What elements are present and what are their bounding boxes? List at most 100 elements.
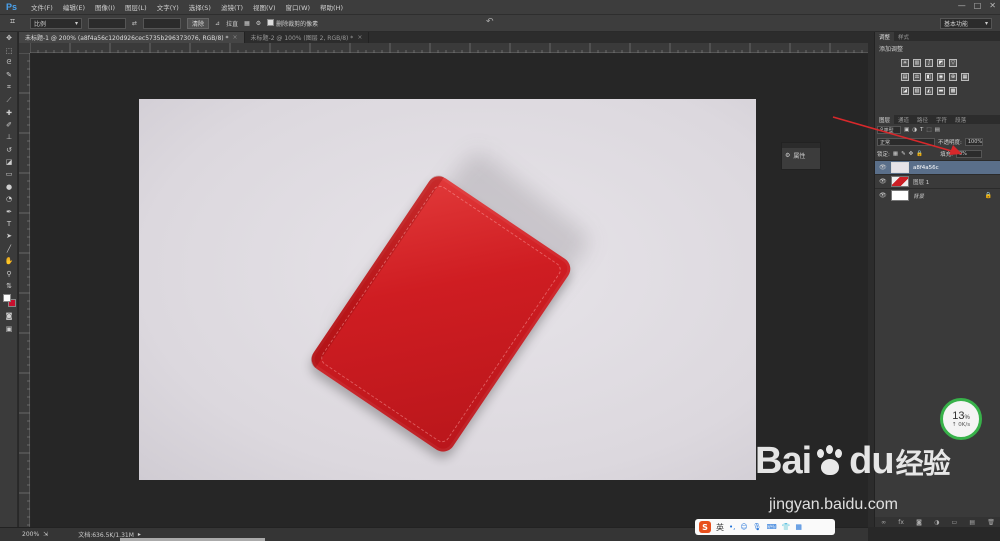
eye-icon[interactable]: 👁 bbox=[879, 192, 887, 199]
invert-icon[interactable]: ◪ bbox=[901, 87, 909, 95]
zoom-tool-icon[interactable]: ⚲ bbox=[0, 267, 18, 279]
layer-row-layer-1[interactable]: 👁 图层 1 bbox=[875, 174, 1000, 188]
tab-styles[interactable]: 样式 bbox=[894, 32, 913, 41]
color-lookup-icon[interactable]: ▦ bbox=[961, 73, 969, 81]
hand-tool-icon[interactable]: ✋ bbox=[0, 255, 18, 267]
layer-name[interactable]: 图层 1 bbox=[913, 178, 929, 186]
maximize-button[interactable]: □ bbox=[974, 1, 982, 10]
tab-close-icon[interactable]: × bbox=[357, 34, 362, 41]
clone-stamp-tool-icon[interactable]: ⊥ bbox=[0, 131, 18, 143]
layer-name[interactable]: a8f4a56c bbox=[913, 165, 939, 171]
lasso-tool-icon[interactable]: ᘓ bbox=[0, 57, 18, 69]
vertical-ruler[interactable] bbox=[19, 52, 30, 527]
tab-paths[interactable]: 路径 bbox=[913, 115, 932, 124]
shape-tool-icon[interactable]: ╱ bbox=[0, 243, 18, 255]
swap-colors-icon[interactable]: ⇅ bbox=[0, 280, 18, 292]
layer-row-smart-object[interactable]: 👁 a8f4a56c bbox=[875, 160, 1000, 174]
menu-filter[interactable]: 滤镜(T) bbox=[216, 2, 248, 12]
tab-adjustments[interactable]: 调整 bbox=[875, 32, 895, 41]
zoom-level[interactable]: 200% bbox=[0, 531, 43, 538]
fill-input[interactable]: 0% bbox=[956, 150, 982, 158]
workspace-select[interactable]: 基本功能 ▾ bbox=[940, 18, 992, 29]
selective-color-icon[interactable]: ▩ bbox=[949, 87, 957, 95]
brightness-icon[interactable]: ☀ bbox=[901, 59, 909, 67]
filter-smart-icon[interactable]: ▤ bbox=[935, 127, 940, 133]
menu-image[interactable]: 图像(I) bbox=[90, 2, 120, 12]
menu-window[interactable]: 窗口(W) bbox=[281, 2, 316, 12]
status-menu-arrow-icon[interactable]: ▸ bbox=[138, 531, 141, 538]
hue-saturation-icon[interactable]: ▤ bbox=[901, 73, 909, 81]
ratio-select[interactable]: 比例 ▾ bbox=[30, 17, 82, 29]
sogou-logo-icon[interactable]: S bbox=[699, 521, 711, 533]
menu-select[interactable]: 选择(S) bbox=[184, 2, 216, 12]
swap-icon[interactable]: ⇄ bbox=[132, 20, 137, 27]
gradient-map-icon[interactable]: ▬ bbox=[937, 87, 945, 95]
brush-tool-icon[interactable]: ✐ bbox=[0, 119, 18, 131]
lock-transparent-icon[interactable]: ▦ bbox=[893, 151, 898, 157]
channel-mixer-icon[interactable]: ⊕ bbox=[949, 73, 957, 81]
tab-document-1[interactable]: 未标题-1 @ 200% (a8f4a56c120d926cec5735b296… bbox=[19, 32, 245, 43]
lock-all-icon[interactable]: 🔒 bbox=[916, 151, 923, 157]
height-input[interactable] bbox=[143, 17, 182, 29]
photo-filter-icon[interactable]: ◉ bbox=[937, 73, 945, 81]
blur-tool-icon[interactable]: ● bbox=[0, 181, 18, 193]
crop-tool-icon[interactable]: ⌗ bbox=[0, 82, 18, 94]
clear-button[interactable]: 清除 bbox=[187, 17, 210, 29]
minimize-button[interactable]: — bbox=[958, 1, 966, 10]
posterize-icon[interactable]: ▧ bbox=[913, 87, 921, 95]
overlay-grid-icon[interactable]: ▦ bbox=[244, 20, 250, 27]
layer-filter-select[interactable]: ⚲ 类型 bbox=[877, 126, 901, 134]
reset-icon[interactable]: ↶ bbox=[486, 17, 494, 27]
path-selection-tool-icon[interactable]: ➤ bbox=[0, 230, 18, 242]
straighten-icon[interactable]: ⊿ bbox=[215, 20, 220, 27]
curves-icon[interactable]: ∫ bbox=[925, 59, 933, 67]
gradient-tool-icon[interactable]: ▭ bbox=[0, 168, 18, 180]
tab-close-icon[interactable]: × bbox=[233, 34, 238, 41]
opacity-input[interactable]: 100% bbox=[964, 138, 983, 146]
menu-help[interactable]: 帮助(H) bbox=[315, 2, 348, 12]
delete-cropped-checkbox[interactable]: 删除裁剪的像素 bbox=[267, 18, 318, 28]
marquee-tool-icon[interactable]: ⬚ bbox=[0, 44, 18, 56]
pen-tool-icon[interactable]: ✒ bbox=[0, 205, 18, 217]
foreground-color-swatch[interactable] bbox=[3, 294, 11, 303]
layer-name[interactable]: 背景 bbox=[913, 192, 924, 200]
tab-channels[interactable]: 通道 bbox=[894, 115, 913, 124]
filter-adjustment-icon[interactable]: ◑ bbox=[912, 127, 917, 133]
new-layer-icon[interactable]: ▤ bbox=[969, 519, 975, 526]
levels-icon[interactable]: ▥ bbox=[913, 59, 921, 67]
tab-character[interactable]: 字符 bbox=[932, 115, 951, 124]
straighten-label[interactable]: 拉直 bbox=[226, 19, 238, 28]
menu-layer[interactable]: 图层(L) bbox=[120, 2, 152, 12]
lock-position-icon[interactable]: ✥ bbox=[909, 151, 914, 157]
eyedropper-tool-icon[interactable]: ⟋ bbox=[0, 94, 18, 106]
filter-shape-icon[interactable]: ⬚ bbox=[926, 127, 931, 133]
menu-edit[interactable]: 编辑(E) bbox=[58, 2, 90, 12]
color-balance-icon[interactable]: ⚖ bbox=[913, 73, 921, 81]
width-input[interactable] bbox=[88, 17, 126, 29]
tab-paragraph[interactable]: 段落 bbox=[951, 115, 970, 124]
threshold-icon[interactable]: ◭ bbox=[925, 87, 933, 95]
ime-language[interactable]: 英 bbox=[716, 522, 724, 533]
close-button[interactable]: ✕ bbox=[989, 1, 996, 10]
tab-layers[interactable]: 图层 bbox=[875, 115, 895, 124]
blend-mode-select[interactable]: 正常 bbox=[877, 138, 935, 146]
history-brush-tool-icon[interactable]: ↺ bbox=[0, 144, 18, 156]
menu-file[interactable]: 文件(F) bbox=[26, 2, 58, 12]
crop-tool-preset-icon[interactable]: ⌗ bbox=[10, 17, 24, 29]
color-swatches[interactable] bbox=[0, 292, 18, 310]
dodge-tool-icon[interactable]: ◔ bbox=[0, 193, 18, 205]
healing-brush-tool-icon[interactable]: ✚ bbox=[0, 106, 18, 118]
document-canvas[interactable] bbox=[139, 99, 756, 480]
lock-image-icon[interactable]: ✎ bbox=[901, 151, 906, 157]
menu-view[interactable]: 视图(V) bbox=[248, 2, 281, 12]
type-tool-icon[interactable]: T bbox=[0, 218, 18, 230]
screen-mode-icon[interactable]: ▣ bbox=[0, 323, 18, 335]
quick-select-tool-icon[interactable]: ✎ bbox=[0, 69, 18, 81]
eraser-tool-icon[interactable]: ◪ bbox=[0, 156, 18, 168]
tab-document-2[interactable]: 未标题-2 @ 100% (图层 2, RGB/8) * × bbox=[245, 32, 370, 43]
horizontal-ruler[interactable] bbox=[29, 43, 868, 53]
eye-icon[interactable]: 👁 bbox=[879, 164, 887, 171]
vibrance-icon[interactable]: ▽ bbox=[949, 59, 957, 67]
trash-icon[interactable]: 🗑 bbox=[987, 519, 995, 526]
exposure-icon[interactable]: ◩ bbox=[937, 59, 945, 67]
